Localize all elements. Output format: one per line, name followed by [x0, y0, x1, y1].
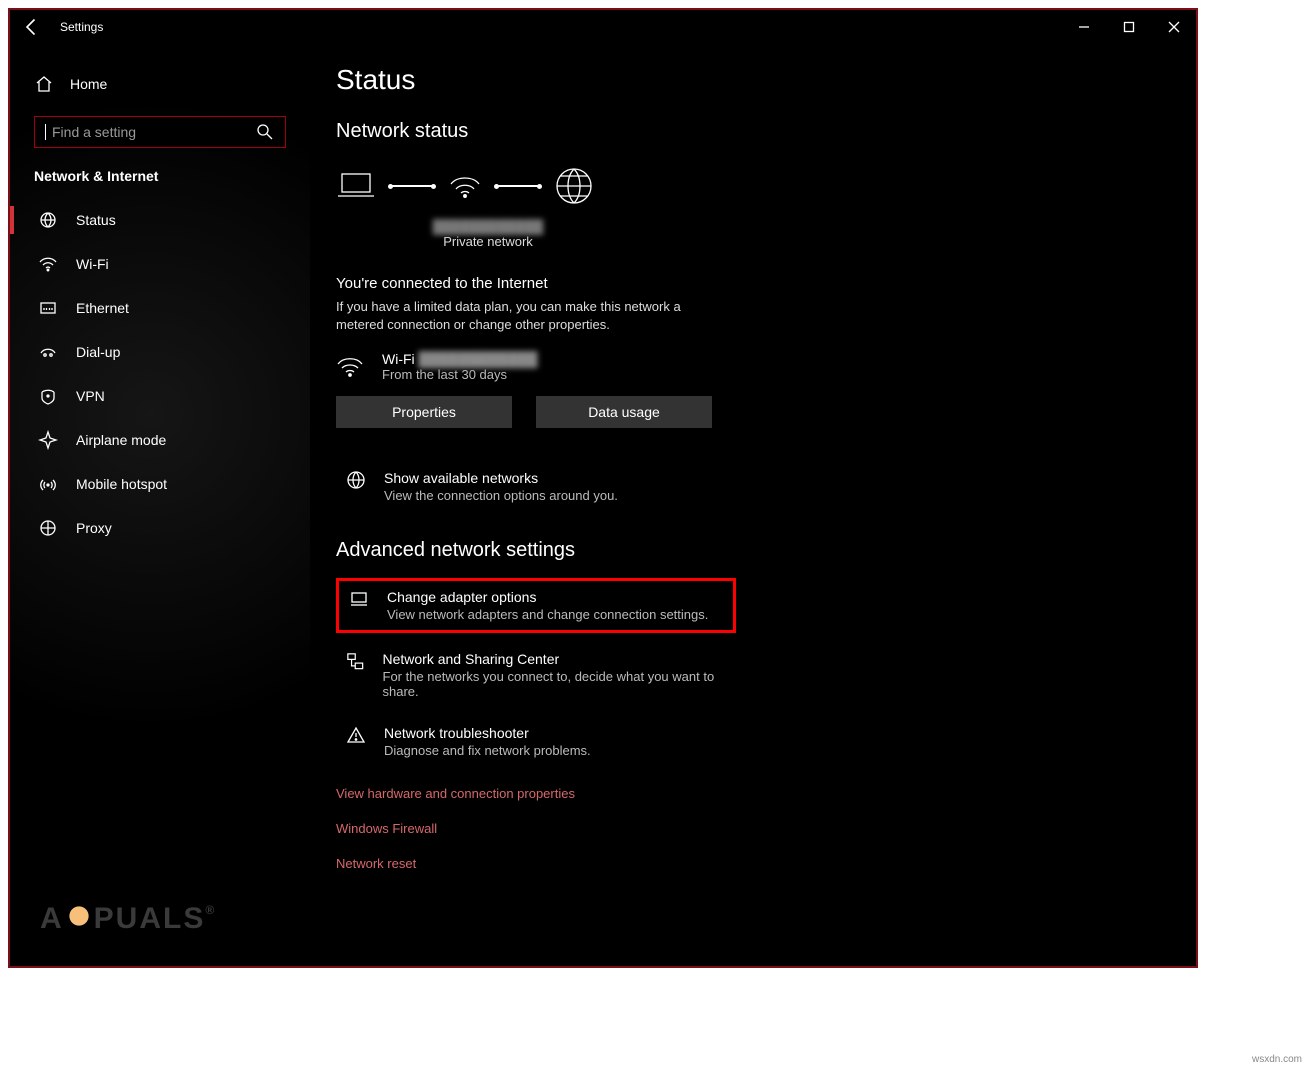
advanced-heading: Advanced network settings: [336, 539, 1170, 562]
option-desc: View the connection options around you.: [384, 488, 618, 503]
sidebar-item-ethernet[interactable]: Ethernet: [10, 286, 310, 330]
back-icon[interactable]: [22, 17, 42, 37]
diagram-connector: [496, 185, 540, 187]
close-button[interactable]: [1151, 12, 1196, 42]
page-title: Status: [336, 64, 1170, 96]
connection-period: From the last 30 days: [382, 367, 538, 382]
watermark-avatar-icon: [64, 904, 94, 934]
option-title: Change adapter options: [387, 589, 708, 605]
network-sharing-center[interactable]: Network and Sharing Center For the netwo…: [336, 643, 736, 707]
watermark: APUALS®: [40, 902, 216, 936]
sidebar-item-dialup[interactable]: Dial-up: [10, 330, 310, 374]
sidebar-section-label: Network & Internet: [10, 162, 310, 198]
option-title: Network troubleshooter: [384, 725, 591, 741]
globe-grid-icon: [346, 470, 366, 490]
sidebar-item-hotspot[interactable]: Mobile hotspot: [10, 462, 310, 506]
laptop-icon: [336, 171, 376, 201]
window-title: Settings: [60, 20, 103, 34]
sharing-center-icon: [346, 651, 365, 671]
connection-summary: Wi-Fi ████████████ From the last 30 days: [336, 351, 1170, 382]
connected-headline: You're connected to the Internet: [336, 275, 1170, 292]
connected-description: If you have a limited data plan, you can…: [336, 298, 696, 333]
sidebar-item-label: Status: [76, 212, 116, 228]
sidebar-item-status[interactable]: Status: [10, 198, 310, 242]
home-icon: [34, 74, 54, 94]
wifi-icon: [448, 171, 482, 201]
sidebar-item-label: Ethernet: [76, 300, 129, 316]
status-diagram: [336, 161, 1170, 211]
vpn-icon: [38, 386, 58, 406]
sidebar: Home Find a setting Network & Internet S…: [10, 44, 310, 966]
option-desc: View network adapters and change connect…: [387, 607, 708, 622]
search-placeholder: Find a setting: [52, 124, 136, 140]
option-title: Show available networks: [384, 470, 618, 486]
sidebar-item-label: Wi-Fi: [76, 256, 109, 272]
sidebar-item-airplane[interactable]: Airplane mode: [10, 418, 310, 462]
minimize-button[interactable]: [1061, 12, 1106, 42]
diagram-connector: [390, 185, 434, 187]
connection-name: Wi-Fi: [382, 351, 415, 367]
wifi-icon: [336, 355, 364, 379]
option-desc: Diagnose and fix network problems.: [384, 743, 591, 758]
sidebar-home[interactable]: Home: [10, 64, 310, 104]
wifi-icon: [38, 254, 58, 274]
network-name: ████████████: [408, 219, 568, 234]
airplane-icon: [38, 430, 58, 450]
globe-icon: [38, 518, 58, 538]
search-icon: [255, 122, 275, 142]
globe-icon: [554, 166, 594, 206]
change-adapter-options[interactable]: Change adapter options View network adap…: [336, 578, 736, 633]
image-credit: wsxdn.com: [1252, 1054, 1302, 1065]
connection-ssid: ████████████: [419, 351, 538, 367]
link-network-reset[interactable]: Network reset: [336, 856, 1170, 871]
sidebar-item-label: Proxy: [76, 520, 112, 536]
sidebar-item-wifi[interactable]: Wi-Fi: [10, 242, 310, 286]
settings-window: Settings Home Find a sett: [8, 8, 1198, 968]
sidebar-item-label: Airplane mode: [76, 432, 166, 448]
titlebar: Settings: [10, 10, 1196, 44]
dialup-icon: [38, 342, 58, 362]
sidebar-item-label: VPN: [76, 388, 105, 404]
network-type: Private network: [408, 234, 568, 249]
sidebar-item-label: Mobile hotspot: [76, 476, 167, 492]
network-troubleshooter[interactable]: Network troubleshooter Diagnose and fix …: [336, 717, 736, 766]
maximize-button[interactable]: [1106, 12, 1151, 42]
hotspot-icon: [38, 474, 58, 494]
option-title: Network and Sharing Center: [383, 651, 727, 667]
main-content: Status Network status ████████████ Priva…: [310, 44, 1196, 966]
sidebar-item-proxy[interactable]: Proxy: [10, 506, 310, 550]
properties-button[interactable]: Properties: [336, 396, 512, 428]
sidebar-item-label: Dial-up: [76, 344, 120, 360]
link-windows-firewall[interactable]: Windows Firewall: [336, 821, 1170, 836]
adapter-icon: [349, 589, 369, 609]
sidebar-item-vpn[interactable]: VPN: [10, 374, 310, 418]
search-input[interactable]: Find a setting: [34, 116, 286, 148]
globe-grid-icon: [38, 210, 58, 230]
ethernet-icon: [38, 298, 58, 318]
network-status-heading: Network status: [336, 120, 1170, 143]
link-hardware-properties[interactable]: View hardware and connection properties: [336, 786, 1170, 801]
warning-icon: [346, 725, 366, 745]
data-usage-button[interactable]: Data usage: [536, 396, 712, 428]
show-available-networks[interactable]: Show available networks View the connect…: [336, 462, 736, 511]
sidebar-home-label: Home: [70, 76, 107, 92]
option-desc: For the networks you connect to, decide …: [383, 669, 727, 699]
